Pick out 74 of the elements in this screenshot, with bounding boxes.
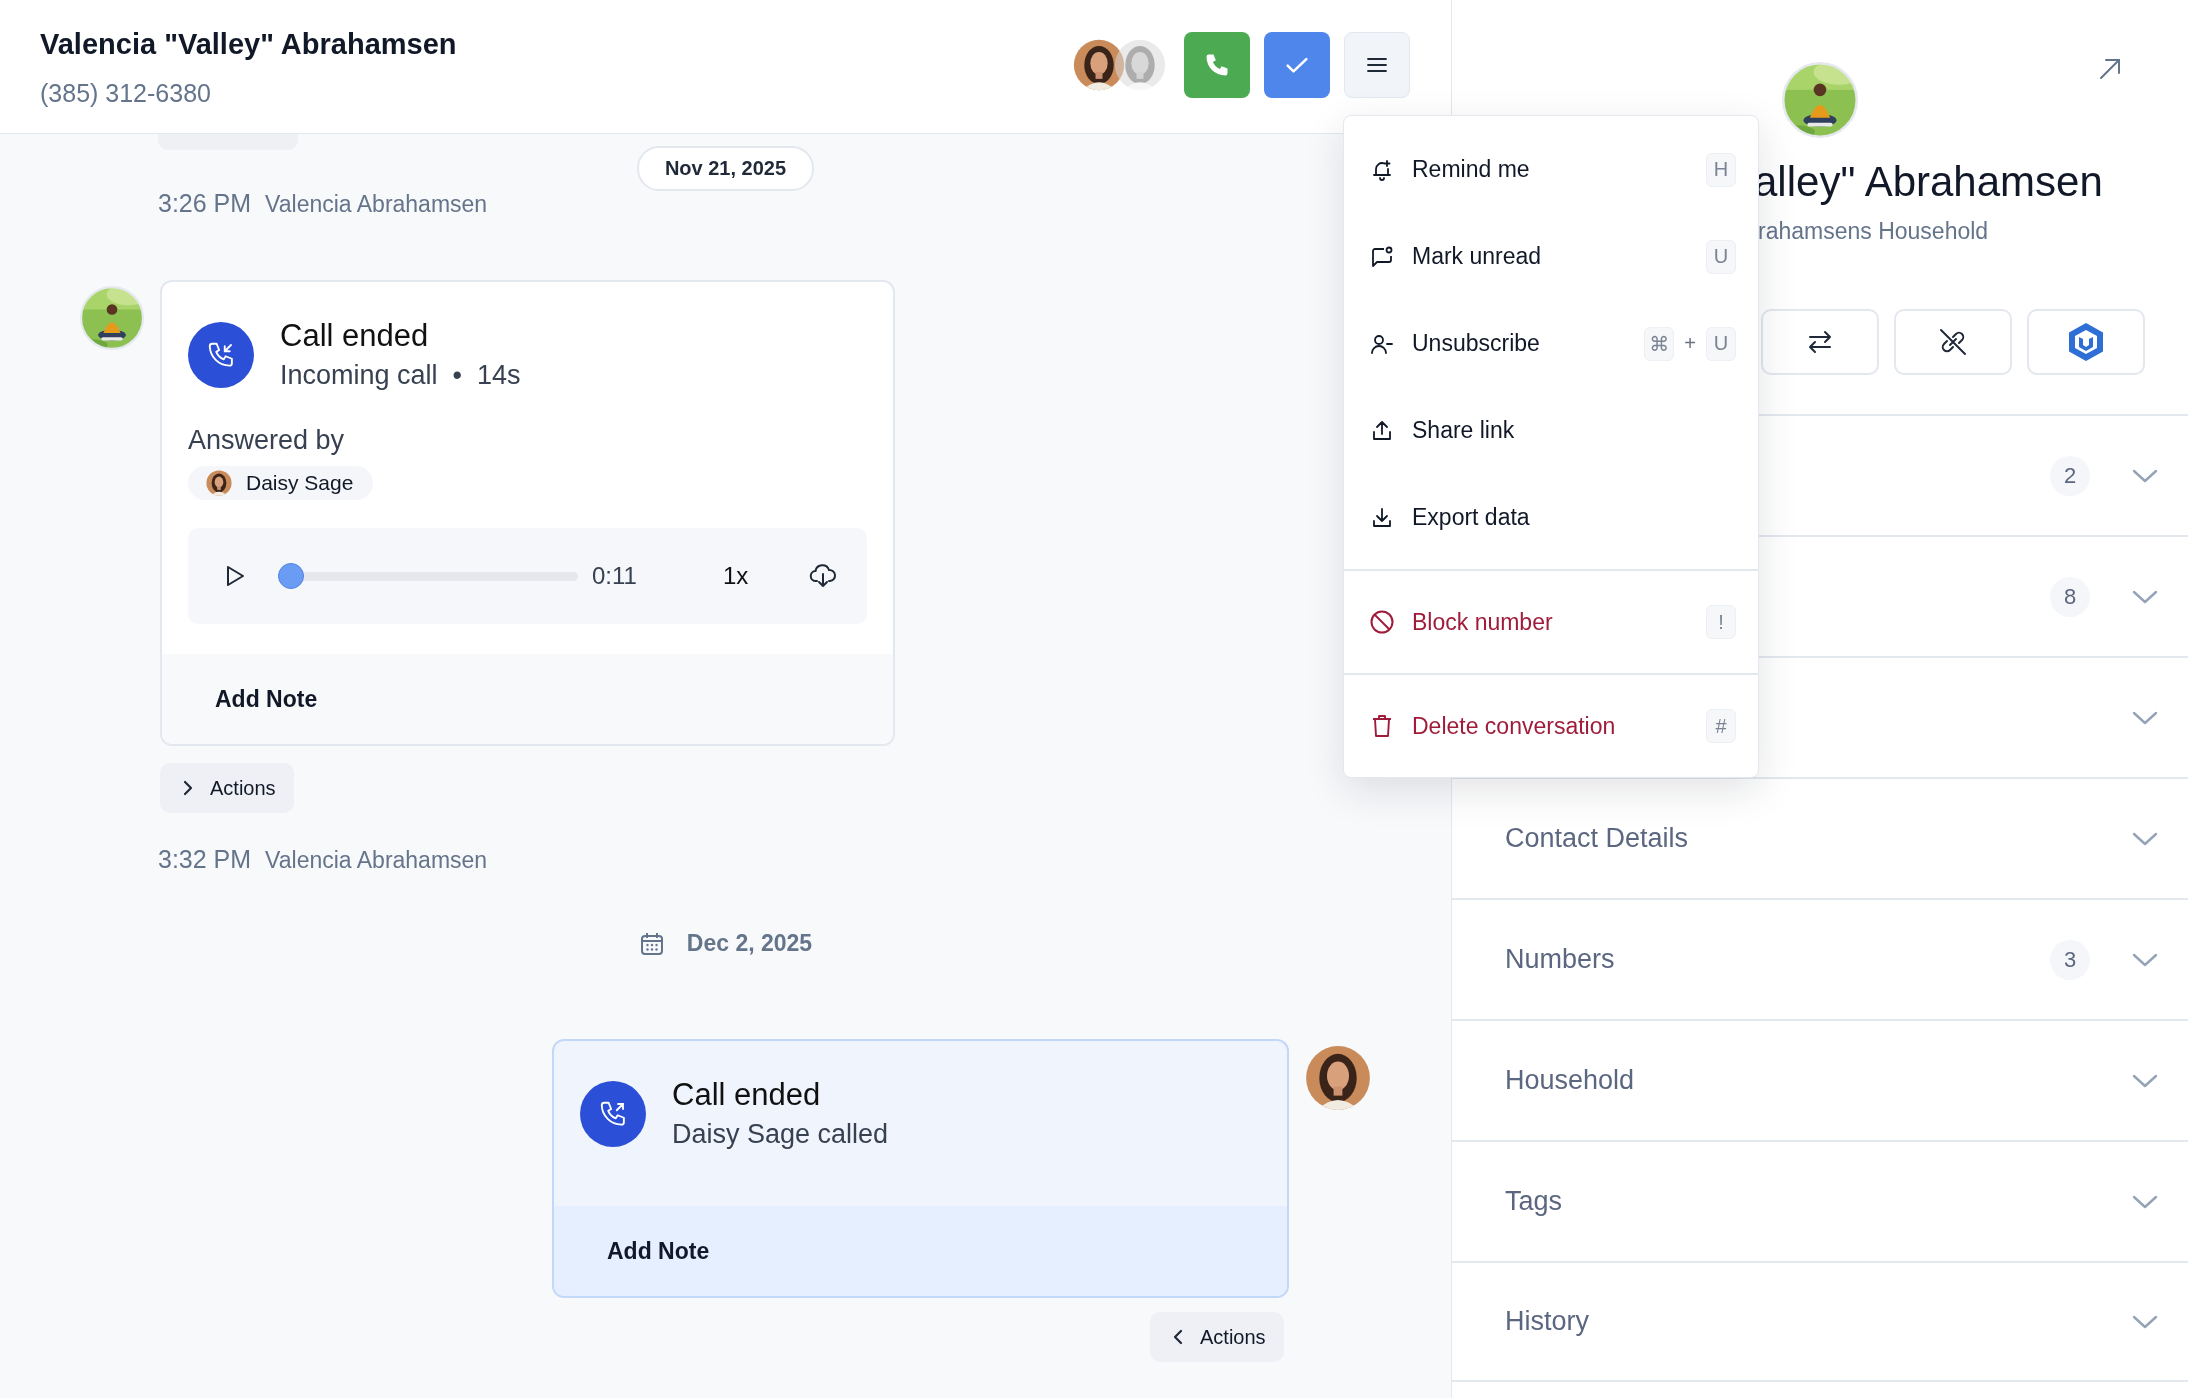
section-title: Household (1505, 1065, 1635, 1096)
answered-by-label: Answered by (188, 425, 346, 456)
playback-time: 0:11 (592, 562, 637, 590)
bell-plus-icon (1370, 157, 1394, 182)
broken-link-icon (1937, 326, 1969, 358)
chevron-icon (2132, 589, 2158, 604)
section-title: Numbers (1505, 944, 1615, 975)
keyboard-key: U (1706, 326, 1736, 361)
phone-number: (385) 312-6380 (40, 79, 212, 108)
play-button[interactable] (224, 564, 246, 588)
count-badge: 2 (2050, 455, 2090, 496)
keyboard-key: # (1706, 709, 1736, 743)
download-icon (1370, 505, 1394, 530)
slider-thumb[interactable] (278, 563, 304, 589)
call-status: Call ended (280, 318, 430, 354)
keyboard-key: U (1706, 239, 1736, 274)
trash-icon (1370, 713, 1394, 739)
menu-item[interactable]: Delete conversation # (1344, 691, 1758, 761)
section-header[interactable]: Household (1452, 1019, 2188, 1140)
message-time: 3:26 PM (158, 189, 252, 218)
message-dot-icon (1370, 244, 1394, 269)
expand-icon[interactable] (2097, 56, 2123, 82)
section-title: Tags (1505, 1186, 1563, 1217)
chevron-icon (2132, 1314, 2158, 1329)
section-header[interactable]: Numbers 3 (1452, 898, 2188, 1019)
keyboard-key: ! (1706, 605, 1736, 639)
count-badge: 3 (2050, 939, 2090, 980)
agent-name: Daisy Sage (246, 471, 354, 495)
section-title: History (1505, 1306, 1589, 1337)
menu-item[interactable]: Mark unread U (1344, 213, 1758, 300)
actions-button[interactable]: Actions (160, 763, 294, 813)
count-badge: 8 (2050, 576, 2090, 617)
call-summary: Daisy Sage called (672, 1119, 889, 1150)
chevron-icon (2132, 1194, 2158, 1209)
household-name: rahamsens Household (1758, 218, 1989, 244)
message-time: 3:32 PM (158, 845, 252, 874)
keyboard-key: H (1706, 152, 1736, 187)
block-icon (1369, 609, 1395, 635)
chevron-icon (2132, 831, 2158, 846)
keyboard-key: ⌘ (1644, 326, 1675, 361)
message-author: Valencia Abrahamsen (265, 847, 488, 874)
unlink-button[interactable] (1894, 309, 2012, 375)
contact-name: Valencia "Valley" Abrahamsen (40, 28, 457, 61)
calendar-icon (638, 930, 665, 957)
audio-track[interactable] (278, 563, 578, 589)
hexagon-logo-icon (2066, 321, 2106, 363)
call-button[interactable] (1184, 32, 1250, 98)
chevron-left-icon (1172, 1328, 1184, 1346)
chevron-right-icon (182, 779, 194, 797)
speed-button[interactable]: 1x (722, 562, 749, 590)
add-note-button[interactable]: Add Note (215, 685, 318, 713)
add-note-button[interactable]: Add Note (607, 1237, 710, 1265)
section-header[interactable]: Tags (1452, 1140, 2188, 1261)
chevron-icon (2132, 952, 2158, 967)
cloud-download-icon (809, 563, 837, 589)
share-icon (1370, 418, 1394, 443)
section-header[interactable]: History (1452, 1261, 2188, 1382)
call-summary: Incoming call • 14s (280, 360, 521, 391)
chevron-icon (2132, 710, 2158, 725)
section-title: Contact Details (1505, 823, 1689, 854)
chevron-icon (2132, 1073, 2158, 1088)
download-button[interactable] (809, 563, 837, 589)
call-status: Call ended (672, 1077, 822, 1113)
menu-button[interactable] (1344, 32, 1410, 98)
brand-button[interactable] (2027, 309, 2145, 375)
date-badge: Nov 21, 2025 (636, 146, 815, 191)
message-author: Valencia Abrahamsen (265, 191, 488, 218)
menu-icon (1366, 57, 1388, 73)
menu-item[interactable]: Unsubscribe ⌘ + U (1344, 300, 1758, 387)
done-button[interactable] (1264, 32, 1330, 98)
actions-button[interactable]: Actions (1150, 1312, 1284, 1362)
date-label: Dec 2, 2025 (686, 930, 813, 957)
chevron-icon (2132, 468, 2158, 483)
key-joiner: + (1684, 332, 1696, 355)
